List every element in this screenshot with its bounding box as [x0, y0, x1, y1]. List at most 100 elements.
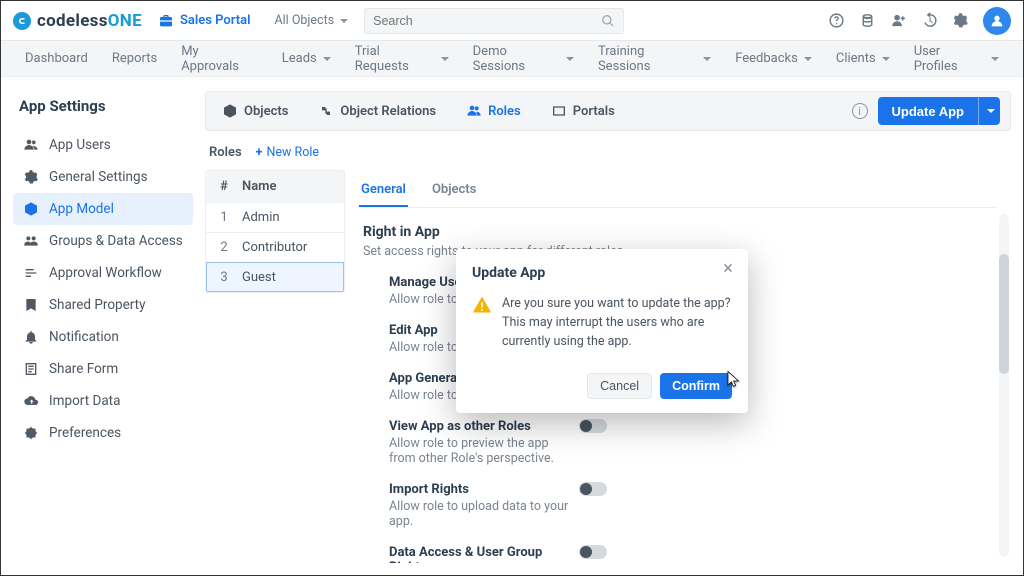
modal-actions: Cancel Confirm — [472, 373, 732, 399]
sidebar-item-label: Preferences — [49, 425, 121, 441]
nav-trial-requests[interactable]: Trial Requests — [355, 44, 449, 74]
sidebar-item-import-data[interactable]: Import Data — [13, 385, 193, 417]
chevron-down-icon — [566, 57, 574, 61]
sidebar-item-preferences[interactable]: Preferences — [13, 417, 193, 449]
perm-toggle[interactable] — [579, 419, 607, 433]
search-icon — [601, 14, 615, 28]
update-app-split-button[interactable] — [978, 97, 1000, 125]
breadcrumb: Roles New Role — [205, 131, 1011, 170]
role-row-contributor[interactable]: 2Contributor — [206, 232, 344, 262]
scrollbar-thumb[interactable] — [999, 254, 1009, 374]
gear-icon[interactable] — [952, 12, 969, 29]
nav-training-sessions[interactable]: Training Sessions — [598, 44, 711, 74]
app-header: codelessONE Sales Portal All Objects — [1, 1, 1023, 41]
person-icon — [989, 13, 1005, 29]
info-icon[interactable]: i — [852, 103, 868, 119]
nav-reports[interactable]: Reports — [112, 51, 157, 66]
role-row-admin[interactable]: 1Admin — [206, 202, 344, 232]
sidebar-item-app-users[interactable]: App Users — [13, 129, 193, 161]
sidebar-item-groups-data-access[interactable]: Groups & Data Access — [13, 225, 193, 257]
nav-demo-sessions[interactable]: Demo Sessions — [473, 44, 574, 74]
chevron-down-icon — [987, 109, 995, 113]
tab-label: Object Relations — [340, 104, 436, 119]
nav-clients[interactable]: Clients — [836, 51, 890, 66]
nav-leads[interactable]: Leads — [282, 51, 331, 66]
sidebar-item-label: Notification — [49, 329, 119, 345]
subtab-general[interactable]: General — [359, 174, 408, 207]
close-icon[interactable]: × — [718, 259, 738, 279]
brand-icon — [13, 12, 31, 30]
tab-icon — [466, 103, 482, 119]
user-avatar[interactable] — [983, 7, 1011, 35]
brand-logo: codelessONE — [13, 11, 142, 31]
role-list: # Name 1Admin2Contributor3Guest — [205, 170, 345, 293]
object-scope-select[interactable]: All Objects — [274, 13, 348, 28]
history-icon[interactable] — [921, 12, 938, 29]
crumb-roles: Roles — [209, 145, 242, 160]
users-icon — [23, 137, 39, 153]
modal-title: Update App — [472, 265, 732, 281]
chevron-down-icon — [882, 57, 890, 61]
chevron-down-icon — [340, 19, 348, 23]
tab-label: Portals — [573, 104, 615, 119]
search-input[interactable] — [373, 14, 601, 28]
chevron-down-icon — [441, 57, 449, 61]
tab-object-relations[interactable]: Object Relations — [312, 99, 442, 123]
settings-sidebar: App Settings App Users General Settings Ap… — [13, 91, 193, 563]
add-user-icon[interactable] — [890, 12, 907, 29]
sidebar-item-shared-property[interactable]: Shared Property — [13, 289, 193, 321]
sidebar-item-share-form[interactable]: Share Form — [13, 353, 193, 385]
update-app-button[interactable]: Update App — [878, 97, 978, 125]
sidebar-item-notification[interactable]: Notification — [13, 321, 193, 353]
scrollbar-track[interactable] — [999, 214, 1009, 557]
sidebar-title: App Settings — [13, 91, 193, 129]
nav-my-approvals[interactable]: My Approvals — [181, 44, 258, 74]
nav-dashboard[interactable]: Dashboard — [25, 51, 88, 66]
flow-icon — [23, 265, 39, 281]
confirm-button[interactable]: Confirm — [660, 373, 732, 399]
pref-icon — [23, 425, 39, 441]
tab-roles[interactable]: Roles — [460, 99, 527, 123]
sidebar-item-label: App Model — [49, 201, 114, 217]
cancel-button[interactable]: Cancel — [587, 373, 652, 399]
chevron-down-icon — [804, 57, 812, 61]
col-num: # — [206, 171, 242, 202]
data-icon[interactable] — [859, 12, 876, 29]
briefcase-icon — [158, 13, 174, 29]
nav-feedbacks[interactable]: Feedbacks — [735, 51, 812, 66]
global-search[interactable] — [364, 8, 624, 34]
subtab-objects[interactable]: Objects — [430, 174, 478, 207]
row-name: Contributor — [242, 233, 344, 262]
help-icon[interactable] — [828, 12, 845, 29]
sidebar-item-label: Shared Property — [49, 297, 145, 313]
perm-toggle[interactable] — [579, 545, 607, 559]
tab-icon — [551, 103, 567, 119]
box-icon — [23, 201, 39, 217]
row-index: 3 — [206, 263, 242, 292]
tab-label: Roles — [488, 104, 521, 119]
bookmark-icon — [23, 297, 39, 313]
brand-text-1: codeless — [37, 11, 108, 31]
sidebar-item-general-settings[interactable]: General Settings — [13, 161, 193, 193]
perm-toggle[interactable] — [579, 482, 607, 496]
sidebar-item-app-model[interactable]: App Model — [13, 193, 193, 225]
sidebar-item-label: Share Form — [49, 361, 118, 377]
role-list-header: # Name — [206, 171, 344, 202]
role-row-guest[interactable]: 3Guest — [206, 262, 344, 292]
workspace-chip[interactable]: Sales Portal — [158, 13, 251, 29]
sidebar-item-approval-workflow[interactable]: Approval Workflow — [13, 257, 193, 289]
row-name: Guest — [242, 263, 344, 292]
workspace-name: Sales Portal — [180, 13, 251, 28]
tab-objects[interactable]: Objects — [216, 99, 294, 123]
perm-import-rights: Import RightsAllow role to upload data t… — [359, 472, 997, 535]
new-role-link[interactable]: New Role — [256, 145, 319, 160]
nav-user-profiles[interactable]: User Profiles — [914, 44, 999, 74]
confirm-update-modal: × Update App Are you sure you want to up… — [456, 249, 748, 413]
model-tabs: Objects Object Relations Roles Portals i Up… — [205, 91, 1011, 131]
chevron-down-icon — [703, 57, 711, 61]
chevron-down-icon — [323, 57, 331, 61]
sidebar-item-label: App Users — [49, 137, 111, 153]
tab-portals[interactable]: Portals — [545, 99, 621, 123]
perm-title: Import Rights — [389, 482, 569, 497]
sidebar-item-label: Approval Workflow — [49, 265, 162, 281]
